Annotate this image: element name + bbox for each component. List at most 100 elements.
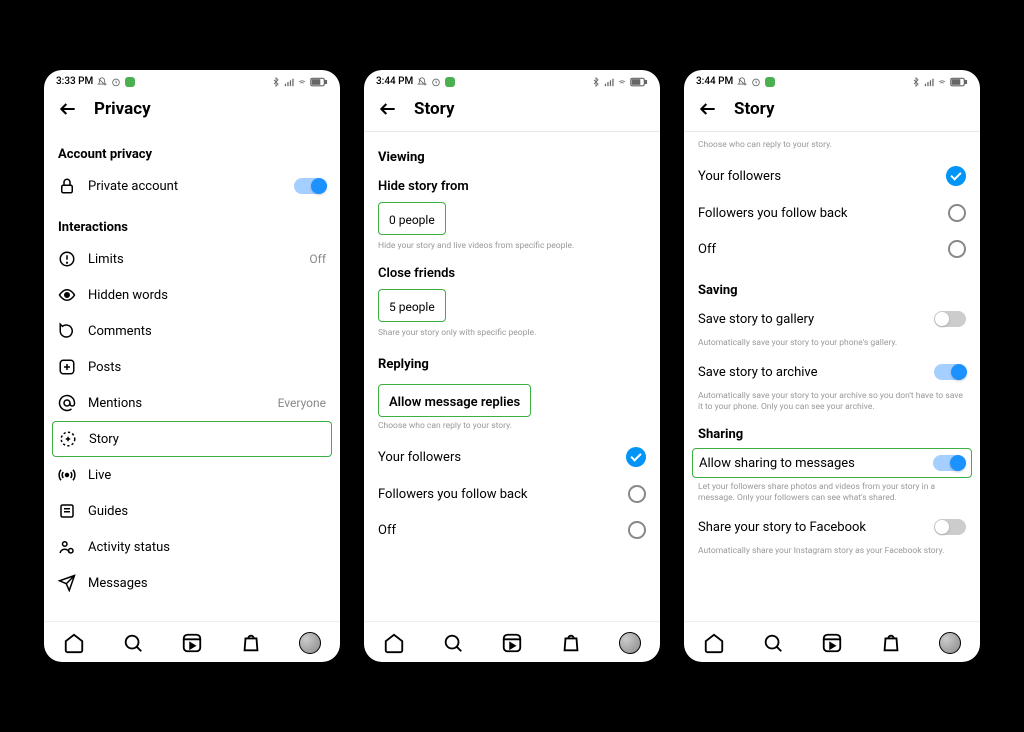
profile-avatar[interactable] <box>939 632 961 654</box>
live-icon <box>58 466 76 484</box>
label: Your followers <box>698 169 781 184</box>
allow-sharing-toggle[interactable] <box>933 455 965 471</box>
app-indicator-icon <box>445 77 455 87</box>
page-title: Story <box>414 99 455 119</box>
back-icon[interactable] <box>58 99 78 119</box>
content: Viewing Hide story from 0 people Hide yo… <box>364 132 660 621</box>
eye-off-icon <box>58 286 76 304</box>
bottom-nav <box>684 621 980 662</box>
status-bar: 3:44 PM <box>364 70 660 89</box>
allow-replies-highlighted: Allow message replies <box>378 384 531 417</box>
label: Mentions <box>88 396 142 411</box>
profile-avatar[interactable] <box>619 632 641 654</box>
reels-icon[interactable] <box>181 632 203 654</box>
send-icon <box>58 574 76 592</box>
home-icon[interactable] <box>703 632 725 654</box>
reels-icon[interactable] <box>501 632 523 654</box>
app-indicator-icon <box>125 77 135 87</box>
bluetooth-icon <box>911 77 921 87</box>
radio-checked-icon[interactable] <box>946 166 966 186</box>
radio-follow-back[interactable]: Followers you follow back <box>378 476 646 512</box>
share-facebook-toggle[interactable] <box>934 519 966 535</box>
back-icon[interactable] <box>698 99 718 119</box>
radio-checked-icon[interactable] <box>626 447 646 467</box>
bluetooth-icon <box>271 77 281 87</box>
label: Your followers <box>378 450 461 465</box>
back-icon[interactable] <box>378 99 398 119</box>
radio-icon[interactable] <box>948 204 966 222</box>
save-gallery-toggle[interactable] <box>934 311 966 327</box>
bottom-nav <box>44 621 340 662</box>
row-messages[interactable]: Messages <box>58 565 326 601</box>
label: Comments <box>88 324 152 339</box>
alarm-icon <box>431 77 441 87</box>
section-saving: Saving <box>698 283 966 298</box>
label: Allow message replies <box>389 395 520 410</box>
radio-your-followers[interactable]: Your followers <box>698 157 966 195</box>
private-account-toggle[interactable] <box>294 178 326 194</box>
bottom-nav <box>364 621 660 662</box>
row-allow-sharing-highlighted[interactable]: Allow sharing to messages <box>692 448 972 478</box>
hint: Automatically save your story to your ar… <box>698 391 966 413</box>
row-hidden-words[interactable]: Hidden words <box>58 277 326 313</box>
value: Everyone <box>278 396 326 410</box>
row-activity-status[interactable]: Activity status <box>58 529 326 565</box>
hint-top: Choose who can reply to your story. <box>698 140 966 151</box>
alarm-icon <box>751 77 761 87</box>
section-interactions: Interactions <box>58 220 326 235</box>
radio-icon[interactable] <box>948 240 966 258</box>
hint: Share your story only with specific peop… <box>378 328 646 339</box>
hint: Automatically share your Instagram story… <box>698 546 966 557</box>
signal-icon <box>604 77 614 87</box>
bag-icon[interactable] <box>240 632 262 654</box>
row-comments[interactable]: Comments <box>58 313 326 349</box>
header: Story <box>364 89 660 131</box>
row-save-gallery[interactable]: Save story to gallery <box>698 302 966 336</box>
alarm-icon <box>111 77 121 87</box>
hide-story-value-highlighted[interactable]: 0 people <box>378 202 446 235</box>
section-viewing: Viewing <box>378 150 646 165</box>
label: Followers you follow back <box>378 487 528 502</box>
row-mentions[interactable]: Mentions Everyone <box>58 385 326 421</box>
plus-square-icon <box>58 358 76 376</box>
story-icon <box>59 430 77 448</box>
radio-off[interactable]: Off <box>378 512 646 548</box>
row-story-highlighted[interactable]: Story <box>52 421 332 457</box>
status-bar: 3:44 PM <box>684 70 980 89</box>
radio-your-followers[interactable]: Your followers <box>378 438 646 476</box>
row-save-archive[interactable]: Save story to archive <box>698 355 966 389</box>
radio-off[interactable]: Off <box>698 231 966 267</box>
status-time: 3:44 PM <box>696 76 733 87</box>
close-friends-value-highlighted[interactable]: 5 people <box>378 289 446 322</box>
status-time: 3:33 PM <box>56 76 93 87</box>
label: Guides <box>88 504 128 519</box>
radio-icon[interactable] <box>628 485 646 503</box>
row-private-account[interactable]: Private account <box>58 168 326 204</box>
comment-icon <box>58 322 76 340</box>
row-live[interactable]: Live <box>58 457 326 493</box>
label: Share your story to Facebook <box>698 520 866 535</box>
row-guides[interactable]: Guides <box>58 493 326 529</box>
home-icon[interactable] <box>383 632 405 654</box>
row-share-facebook[interactable]: Share your story to Facebook <box>698 510 966 544</box>
home-icon[interactable] <box>63 632 85 654</box>
battery-icon <box>950 77 968 87</box>
signal-icon <box>284 77 294 87</box>
label-close-friends: Close friends <box>378 266 646 281</box>
wifi-icon <box>617 77 627 87</box>
search-icon[interactable] <box>442 632 464 654</box>
bag-icon[interactable] <box>880 632 902 654</box>
search-icon[interactable] <box>762 632 784 654</box>
bag-icon[interactable] <box>560 632 582 654</box>
row-limits[interactable]: Limits Off <box>58 241 326 277</box>
save-archive-toggle[interactable] <box>934 364 966 380</box>
radio-icon[interactable] <box>628 521 646 539</box>
profile-avatar[interactable] <box>299 632 321 654</box>
search-icon[interactable] <box>122 632 144 654</box>
section-account-privacy: Account privacy <box>58 147 326 162</box>
radio-follow-back[interactable]: Followers you follow back <box>698 195 966 231</box>
label-hide-story: Hide story from <box>378 179 646 194</box>
label: Story <box>89 432 119 447</box>
row-posts[interactable]: Posts <box>58 349 326 385</box>
reels-icon[interactable] <box>821 632 843 654</box>
